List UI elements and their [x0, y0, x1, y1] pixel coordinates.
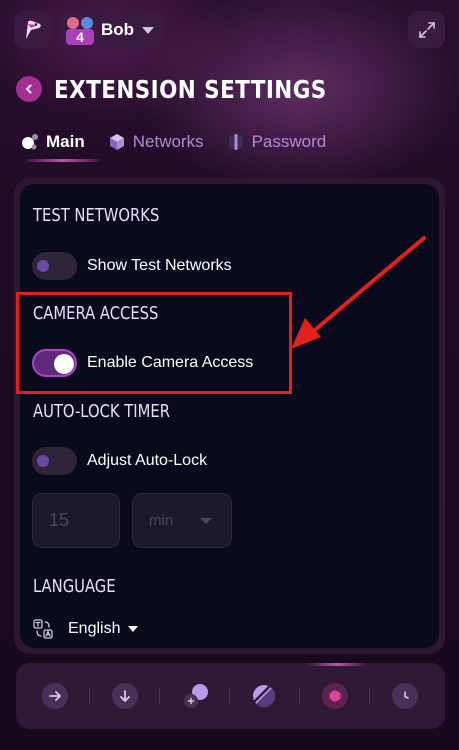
- nav-history[interactable]: [392, 683, 418, 709]
- main-icon: [20, 132, 40, 152]
- input-value: 15: [49, 510, 70, 530]
- active-nav-indicator: [307, 663, 367, 666]
- nav-divider: [229, 688, 230, 704]
- annotation-highlight-box: [16, 292, 292, 394]
- hexagon-icon: [329, 690, 341, 702]
- nav-divider: [89, 688, 90, 704]
- tab-label: Networks: [132, 132, 204, 151]
- nav-receive[interactable]: [112, 683, 138, 709]
- tab-networks[interactable]: Networks: [107, 128, 204, 156]
- auto-lock-unit-select[interactable]: min: [132, 493, 232, 548]
- cube-icon: [107, 132, 127, 152]
- nav-stake[interactable]: [252, 684, 276, 708]
- nav-dapps[interactable]: [322, 683, 348, 709]
- nav-swap[interactable]: [182, 682, 210, 710]
- toggle-label: Adjust Auto-Lock: [87, 452, 208, 469]
- nav-divider: [369, 688, 370, 704]
- expand-button[interactable]: [408, 11, 445, 48]
- page-title: EXTENSION SETTINGS: [54, 74, 327, 104]
- test-networks-row: Show Test Networks: [32, 252, 232, 280]
- language-value: English: [68, 620, 121, 637]
- tab-password[interactable]: Password: [226, 128, 327, 156]
- toggle-knob: [37, 455, 49, 467]
- avatar: 4: [63, 13, 97, 47]
- toggle-knob: [37, 260, 49, 272]
- test-networks-toggle[interactable]: [32, 252, 77, 280]
- back-button[interactable]: [16, 76, 42, 102]
- tab-label: Main: [46, 132, 85, 151]
- header: 4 Bob: [0, 0, 459, 62]
- nav-divider: [299, 688, 300, 704]
- section-title-auto-lock: AUTO-LOCK TIMER: [33, 401, 170, 422]
- receive-icon: [120, 690, 130, 703]
- send-icon: [49, 691, 62, 701]
- translate-icon: [33, 619, 53, 639]
- chevron-down-icon: [128, 626, 139, 632]
- auto-lock-row: Adjust Auto-Lock: [32, 447, 207, 475]
- avatar-dot: [81, 17, 93, 29]
- bottom-nav: [16, 663, 445, 729]
- chevron-down-icon: [200, 518, 212, 524]
- chevron-left-icon: [25, 84, 32, 94]
- avatar-dot: [67, 17, 79, 29]
- logo-icon: [26, 20, 41, 39]
- password-icon: [226, 132, 246, 152]
- language-selector[interactable]: English: [32, 618, 139, 640]
- tab-main[interactable]: Main: [20, 128, 85, 156]
- tab-label: Password: [251, 132, 327, 151]
- chevron-down-icon: [142, 26, 155, 34]
- section-title-language: LANGUAGE: [33, 576, 116, 597]
- swap-icon: [184, 684, 208, 708]
- toggle-label: Show Test Networks: [87, 257, 232, 274]
- nav-divider: [159, 688, 160, 704]
- history-icon: [404, 691, 409, 699]
- account-selector[interactable]: 4 Bob: [60, 11, 164, 49]
- auto-lock-toggle[interactable]: [32, 447, 77, 475]
- select-value: min: [149, 512, 174, 529]
- logo-button[interactable]: [14, 11, 52, 49]
- account-count-badge: 4: [66, 29, 94, 45]
- page-header: EXTENSION SETTINGS: [16, 72, 371, 106]
- account-name: Bob: [101, 20, 135, 39]
- auto-lock-minutes-input[interactable]: 15: [32, 493, 120, 548]
- expand-icon: [418, 21, 435, 38]
- active-tab-indicator: [27, 159, 99, 162]
- nav-send[interactable]: [42, 683, 68, 709]
- stake-icon: [253, 685, 276, 708]
- section-title-test-networks: TEST NETWORKS: [33, 205, 160, 226]
